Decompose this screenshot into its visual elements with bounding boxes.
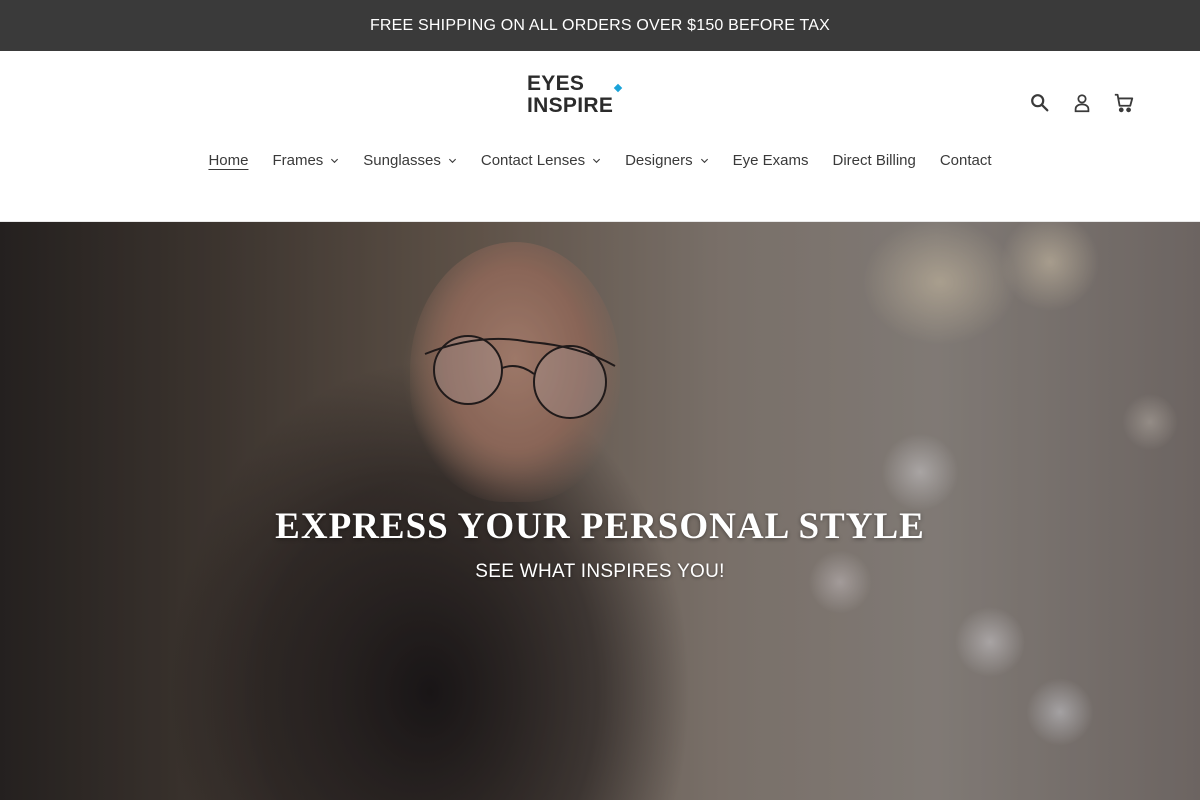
nav-item-contact-lenses[interactable]: Contact Lenses [469,149,613,171]
nav-item-label: Direct Billing [832,151,916,169]
chevron-down-icon [593,158,601,163]
nav-item-eye-exams[interactable]: Eye Exams [721,149,821,171]
chevron-down-icon [448,158,456,163]
hero-text: EXPRESS YOUR PERSONAL STYLE SEE WHAT INS… [0,506,1200,583]
chevron-down-icon [700,158,708,163]
hero-title: EXPRESS YOUR PERSONAL STYLE [275,506,925,547]
nav-item-direct-billing[interactable]: Direct Billing [820,149,927,171]
nav-item-home[interactable]: Home [196,149,260,171]
announcement-bar: FREE SHIPPING ON ALL ORDERS OVER $150 BE… [0,0,1200,51]
nav-item-label: Frames [272,151,324,169]
cart-icon[interactable] [1112,91,1136,115]
nav-item-label: Home [208,151,249,169]
nav-item-frames[interactable]: Frames [260,149,351,171]
nav-item-label: Eye Exams [732,151,809,169]
logo-text: EYES INSPIRE [527,72,614,117]
search-icon[interactable] [1028,91,1052,115]
nav-item-contact[interactable]: Contact [928,149,1004,171]
site-logo[interactable]: EYES INSPIRE [527,73,675,117]
chevron-down-icon [331,158,339,163]
nav-item-label: Contact [939,151,992,169]
nav-item-sunglasses[interactable]: Sunglasses [351,149,469,171]
nav-item-label: Contact Lenses [480,151,586,169]
site-header: EYES INSPIRE Home Frames Sunglasses Cont… [0,51,1200,222]
hero-banner[interactable]: EXPRESS YOUR PERSONAL STYLE SEE WHAT INS… [0,222,1200,800]
hero-subtitle: SEE WHAT INSPIRES YOU! [475,561,725,582]
account-icon[interactable] [1070,91,1094,115]
main-nav: Home Frames Sunglasses Contact Lenses De… [0,149,1200,171]
announcement-text: FREE SHIPPING ON ALL ORDERS OVER $150 BE… [369,16,831,34]
nav-item-label: Designers [625,151,693,169]
header-icons [1028,91,1136,115]
nav-item-label: Sunglasses [363,151,441,169]
nav-item-designers[interactable]: Designers [613,149,721,171]
